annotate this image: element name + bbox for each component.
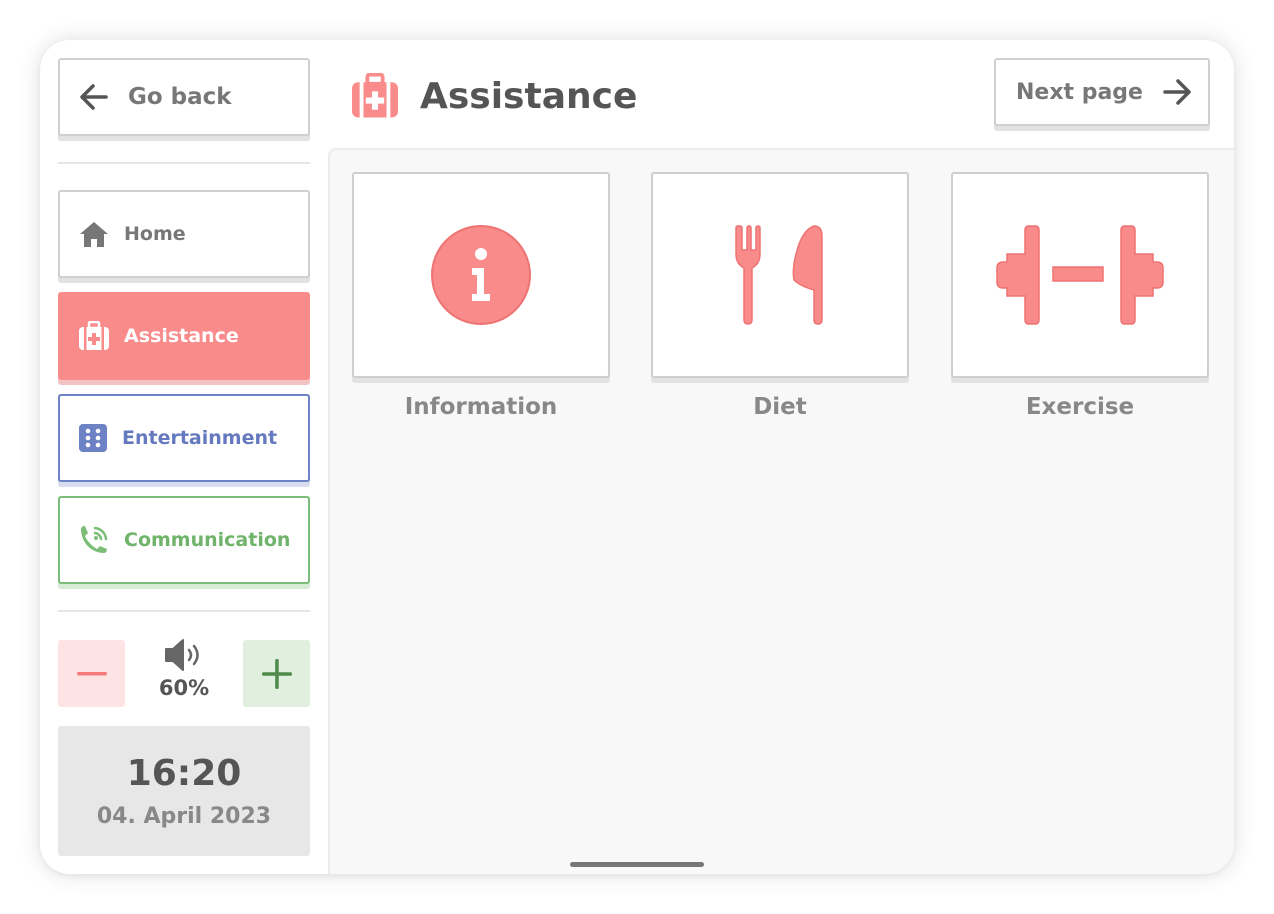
sidebar-item-label: Home xyxy=(124,223,186,245)
plus-icon xyxy=(261,658,292,689)
volume-up-button[interactable] xyxy=(243,640,310,707)
volume-percent: 60% xyxy=(158,676,210,700)
clock-date: 04. April 2023 xyxy=(96,804,272,829)
info-icon xyxy=(431,225,531,325)
minus-icon xyxy=(76,671,107,675)
home-indicator-bar[interactable] xyxy=(570,862,704,867)
first-aid-kit-icon xyxy=(79,321,109,350)
clock-panel: 16:20 04. April 2023 xyxy=(58,726,310,856)
go-back-label: Go back xyxy=(128,84,232,110)
clock-time: 16:20 xyxy=(126,753,242,794)
card-label-exercise: Exercise xyxy=(1025,394,1135,420)
dumbbell-icon xyxy=(996,225,1164,325)
first-aid-kit-icon xyxy=(352,73,398,118)
arrow-left-icon xyxy=(80,84,108,110)
sidebar-item-home[interactable]: Home xyxy=(58,190,310,278)
arrow-right-icon xyxy=(1163,79,1191,105)
sidebar-item-label: Assistance xyxy=(124,325,239,347)
next-page-label: Next page xyxy=(1016,79,1143,105)
sidebar-item-assistance[interactable]: Assistance xyxy=(58,292,310,380)
card-label-information: Information xyxy=(404,394,558,420)
page-title-area: Assistance xyxy=(350,68,637,124)
page-title: Assistance xyxy=(420,75,638,117)
card-diet[interactable] xyxy=(651,172,909,378)
sidebar-item-label: Entertainment xyxy=(122,427,278,449)
sidebar-item-entertainment[interactable]: Entertainment xyxy=(58,394,310,482)
sidebar-divider-bottom xyxy=(58,610,310,612)
phone-icon xyxy=(81,526,108,553)
card-information[interactable] xyxy=(352,172,610,378)
volume-display: 60% xyxy=(132,638,236,708)
sidebar-divider-top xyxy=(58,162,310,164)
fork-knife-icon xyxy=(735,225,823,325)
volume-down-button[interactable] xyxy=(58,640,125,707)
sidebar-item-label: Communication xyxy=(124,529,291,551)
go-back-button[interactable]: Go back xyxy=(58,58,310,136)
card-exercise[interactable] xyxy=(951,172,1209,378)
next-page-button[interactable]: Next page xyxy=(994,58,1210,126)
home-icon xyxy=(80,222,108,247)
dice-icon xyxy=(79,424,107,452)
sidebar-item-communication[interactable]: Communication xyxy=(58,496,310,584)
speaker-icon xyxy=(165,639,199,671)
card-label-diet: Diet xyxy=(753,394,807,420)
tablet-screen: Go back Home Assistance Entertainment Co… xyxy=(40,40,1234,874)
